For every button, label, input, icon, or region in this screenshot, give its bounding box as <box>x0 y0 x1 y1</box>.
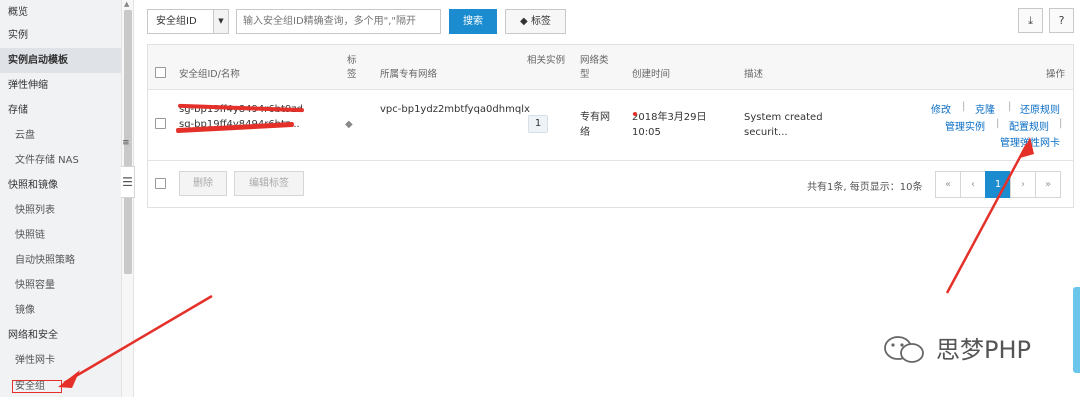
wechat-icon <box>884 336 924 363</box>
arrow-head-icon <box>58 370 80 388</box>
watermark-text: 思梦PHP <box>936 336 1031 364</box>
side-float-tab[interactable] <box>1073 287 1080 373</box>
arrow-head-icon <box>1020 137 1034 158</box>
arrow-to-configure-rules <box>945 143 1029 294</box>
arrow-to-security-group <box>63 294 213 385</box>
